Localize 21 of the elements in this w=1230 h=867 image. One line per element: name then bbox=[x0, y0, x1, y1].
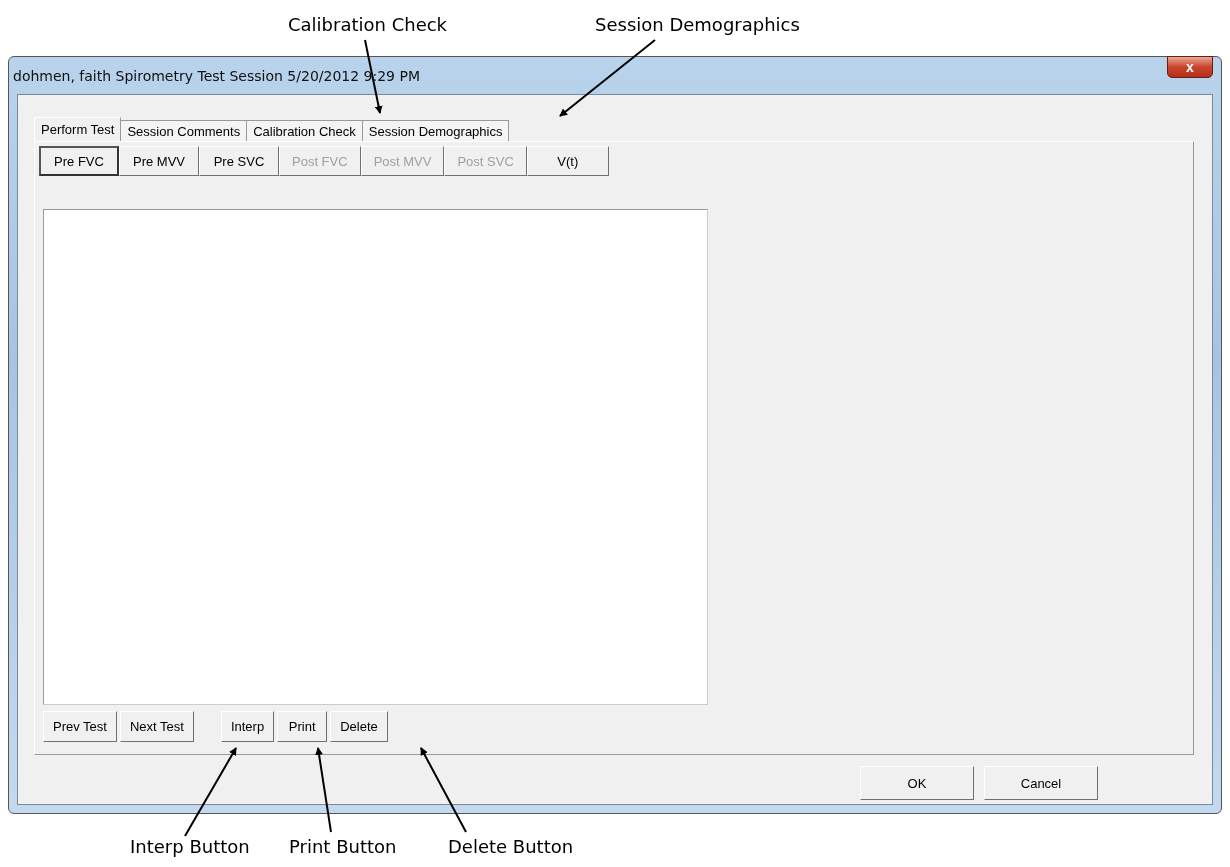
close-button[interactable]: x bbox=[1167, 56, 1213, 78]
action-button[interactable]: Delete bbox=[330, 711, 388, 742]
tab[interactable]: Session Demographics bbox=[361, 120, 510, 141]
dialog-button[interactable]: Cancel bbox=[984, 766, 1098, 800]
test-type-button[interactable]: Pre FVC bbox=[39, 146, 119, 176]
callout-label: Interp Button bbox=[130, 836, 250, 857]
tab[interactable]: Calibration Check bbox=[246, 120, 363, 141]
test-type-button[interactable]: Pre MVV bbox=[119, 146, 199, 176]
tab[interactable]: Perform Test bbox=[34, 117, 122, 141]
callout-label: Print Button bbox=[289, 836, 397, 857]
tab[interactable]: Session Comments bbox=[120, 120, 248, 141]
action-button[interactable]: Print bbox=[277, 711, 328, 742]
callout-label: Delete Button bbox=[448, 836, 574, 857]
action-button[interactable]: Prev Test bbox=[43, 711, 117, 742]
dialog-button[interactable]: OK bbox=[860, 766, 974, 800]
callout-label: Session Demographics bbox=[595, 14, 800, 35]
test-type-button[interactable]: Pre SVC bbox=[199, 146, 279, 176]
action-button[interactable]: Next Test bbox=[119, 711, 194, 742]
callout-label: Calibration Check bbox=[288, 14, 448, 35]
test-type-button[interactable]: V(t) bbox=[526, 146, 609, 176]
action-button[interactable]: Interp bbox=[220, 711, 275, 742]
